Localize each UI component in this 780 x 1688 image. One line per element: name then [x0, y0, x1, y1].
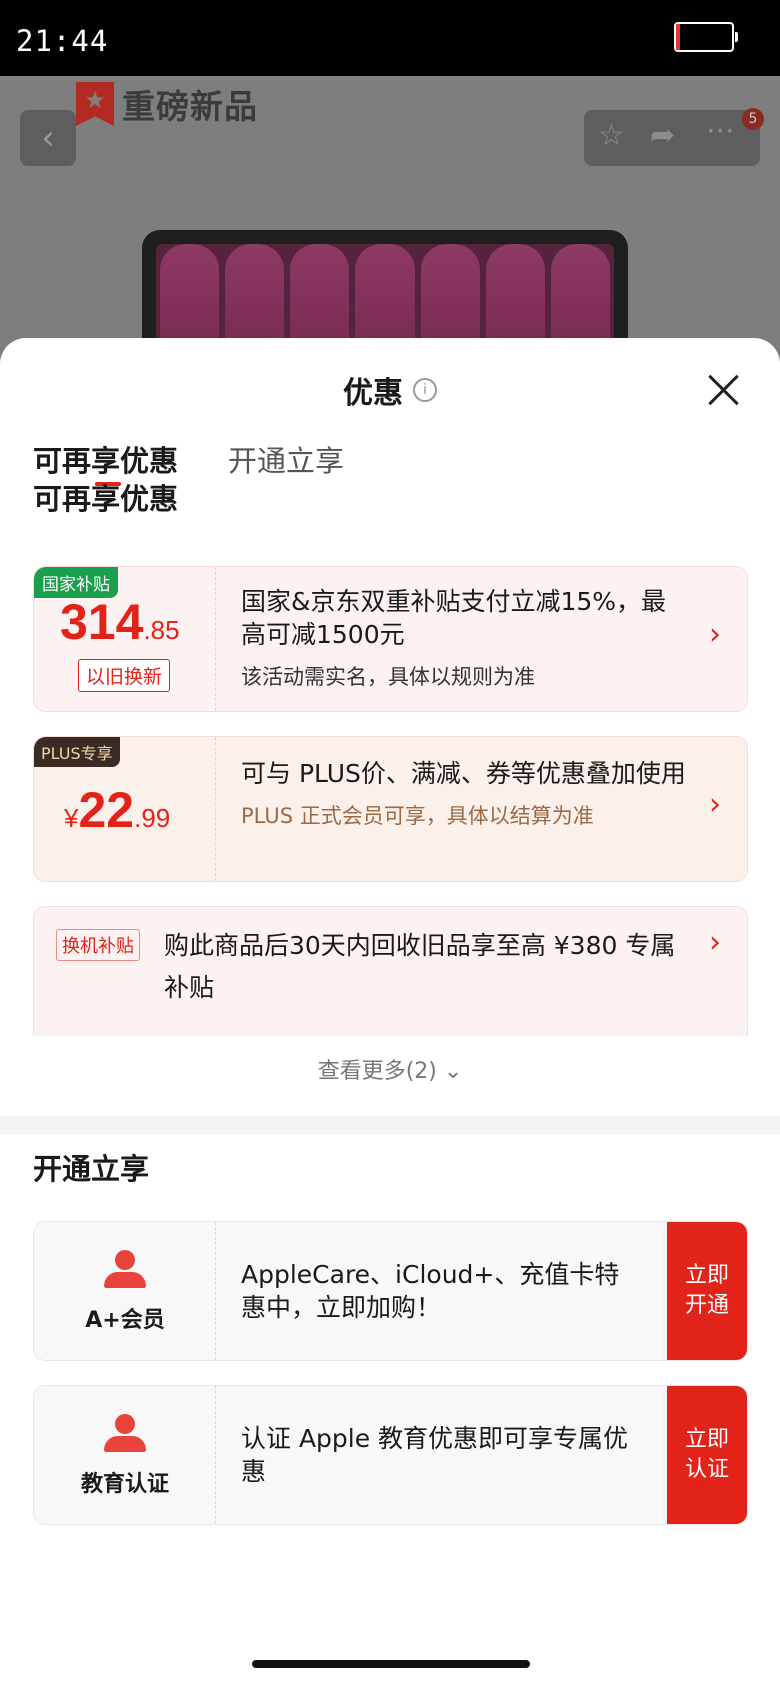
coupon-body: 可与 PLUS价、满减、券等优惠叠加使用 PLUS 正式会员可享，具体以结算为准: [241, 757, 687, 830]
notification-badge: 5: [742, 108, 764, 130]
open-card-description: AppleCare、iCloud+、充值卡特惠中，立即加购！: [241, 1260, 620, 1322]
battery-icon: [674, 22, 738, 52]
back-button[interactable]: ‹: [20, 110, 76, 166]
home-indicator[interactable]: [252, 1660, 530, 1668]
background-product-page: ‹ ★ 重磅新品 ☆ ➦ ··· 5: [0, 76, 780, 376]
more-icon[interactable]: ···: [706, 114, 735, 149]
trade-in-tag: 以旧换新: [78, 659, 171, 692]
coupon-card-subsidy[interactable]: 国家补贴 314.85 以旧换新 国家&京东双重补贴支付立减15%，最高可减15…: [33, 566, 748, 712]
coupon-note: 该活动需实名，具体以规则为准: [241, 665, 535, 689]
coupon-price: 314.85: [60, 594, 180, 650]
section-title-available: 可再享优惠: [33, 482, 179, 516]
coupon-description: 国家&京东双重补贴支付立减15%，最高可减1500元: [241, 587, 667, 649]
person-icon: [104, 1414, 146, 1454]
open-card-left: 教育认证: [34, 1386, 216, 1524]
coupon-body: 国家&京东双重补贴支付立减15%，最高可减1500元 该活动需实名，具体以规则为…: [241, 585, 687, 691]
coupon-note: PLUS 正式会员可享，具体以结算为准: [241, 804, 594, 828]
chevron-left-icon: ‹: [41, 118, 55, 158]
status-time: 21:44: [16, 24, 109, 58]
chevron-right-icon: ›: [709, 787, 721, 822]
brand-title: 重磅新品: [122, 87, 258, 126]
open-card-label: A+会员: [85, 1308, 165, 1333]
chevron-right-icon: ›: [709, 925, 721, 960]
tab-bar: 可再享优惠 开通立享: [33, 438, 344, 486]
section-title-open: 开通立享: [33, 1152, 150, 1186]
coupon-tag: PLUS专享: [34, 737, 120, 767]
chevron-right-icon: ›: [709, 617, 721, 652]
coupon-card-tradein[interactable]: 换机补贴 购此商品后30天内回收旧品享至高 ¥380 专属补贴 ›: [33, 906, 748, 1036]
status-bar: 21:44: [0, 0, 780, 76]
share-icon[interactable]: ➦: [650, 118, 675, 153]
verify-now-button[interactable]: 立即认证: [667, 1386, 747, 1524]
chevron-down-icon: ⌄: [443, 1059, 463, 1084]
open-now-button[interactable]: 立即开通: [667, 1222, 747, 1360]
coupon-description: 可与 PLUS价、满减、券等优惠叠加使用: [241, 759, 686, 788]
coupon-tag: 换机补贴: [56, 929, 140, 961]
person-icon: [104, 1250, 146, 1290]
open-card-left: A+会员: [34, 1222, 216, 1360]
star-flag-icon: ★: [76, 82, 114, 126]
info-icon[interactable]: i: [413, 378, 437, 402]
sheet-header: 优惠 i: [0, 368, 780, 412]
tab-open-to-enjoy[interactable]: 开通立享: [228, 438, 344, 480]
open-card-description: 认证 Apple 教育优惠即可享专属优惠: [241, 1424, 629, 1486]
section-divider: [0, 1116, 780, 1134]
coupon-left: PLUS专享 ¥22.99: [34, 737, 216, 881]
close-icon[interactable]: [706, 372, 742, 408]
open-card-label: 教育认证: [80, 1472, 169, 1497]
open-card-education: 教育认证 认证 Apple 教育优惠即可享专属优惠 立即认证: [33, 1385, 748, 1525]
star-icon[interactable]: ☆: [598, 118, 625, 153]
open-card-aplus: A+会员 AppleCare、iCloud+、充值卡特惠中，立即加购！ 立即开通: [33, 1221, 748, 1361]
coupon-card-plus[interactable]: PLUS专享 ¥22.99 可与 PLUS价、满减、券等优惠叠加使用 PLUS …: [33, 736, 748, 882]
top-actions: ☆ ➦ ···: [584, 110, 760, 166]
sheet-title: 优惠: [343, 376, 403, 411]
view-more-button[interactable]: 查看更多(2) ⌄: [0, 1053, 780, 1085]
tab-available-discounts[interactable]: 可再享优惠: [33, 438, 178, 486]
coupon-price: ¥22.99: [64, 782, 171, 838]
brand-header: ★ 重磅新品: [76, 80, 258, 128]
promotions-sheet: 优惠 i 可再享优惠 开通立享 可再享优惠 国家补贴 314.85 以旧换新 国…: [0, 338, 780, 1688]
coupon-left: 国家补贴 314.85 以旧换新: [34, 567, 216, 711]
coupon-description: 购此商品后30天内回收旧品享至高 ¥380 专属补贴: [164, 931, 676, 1002]
